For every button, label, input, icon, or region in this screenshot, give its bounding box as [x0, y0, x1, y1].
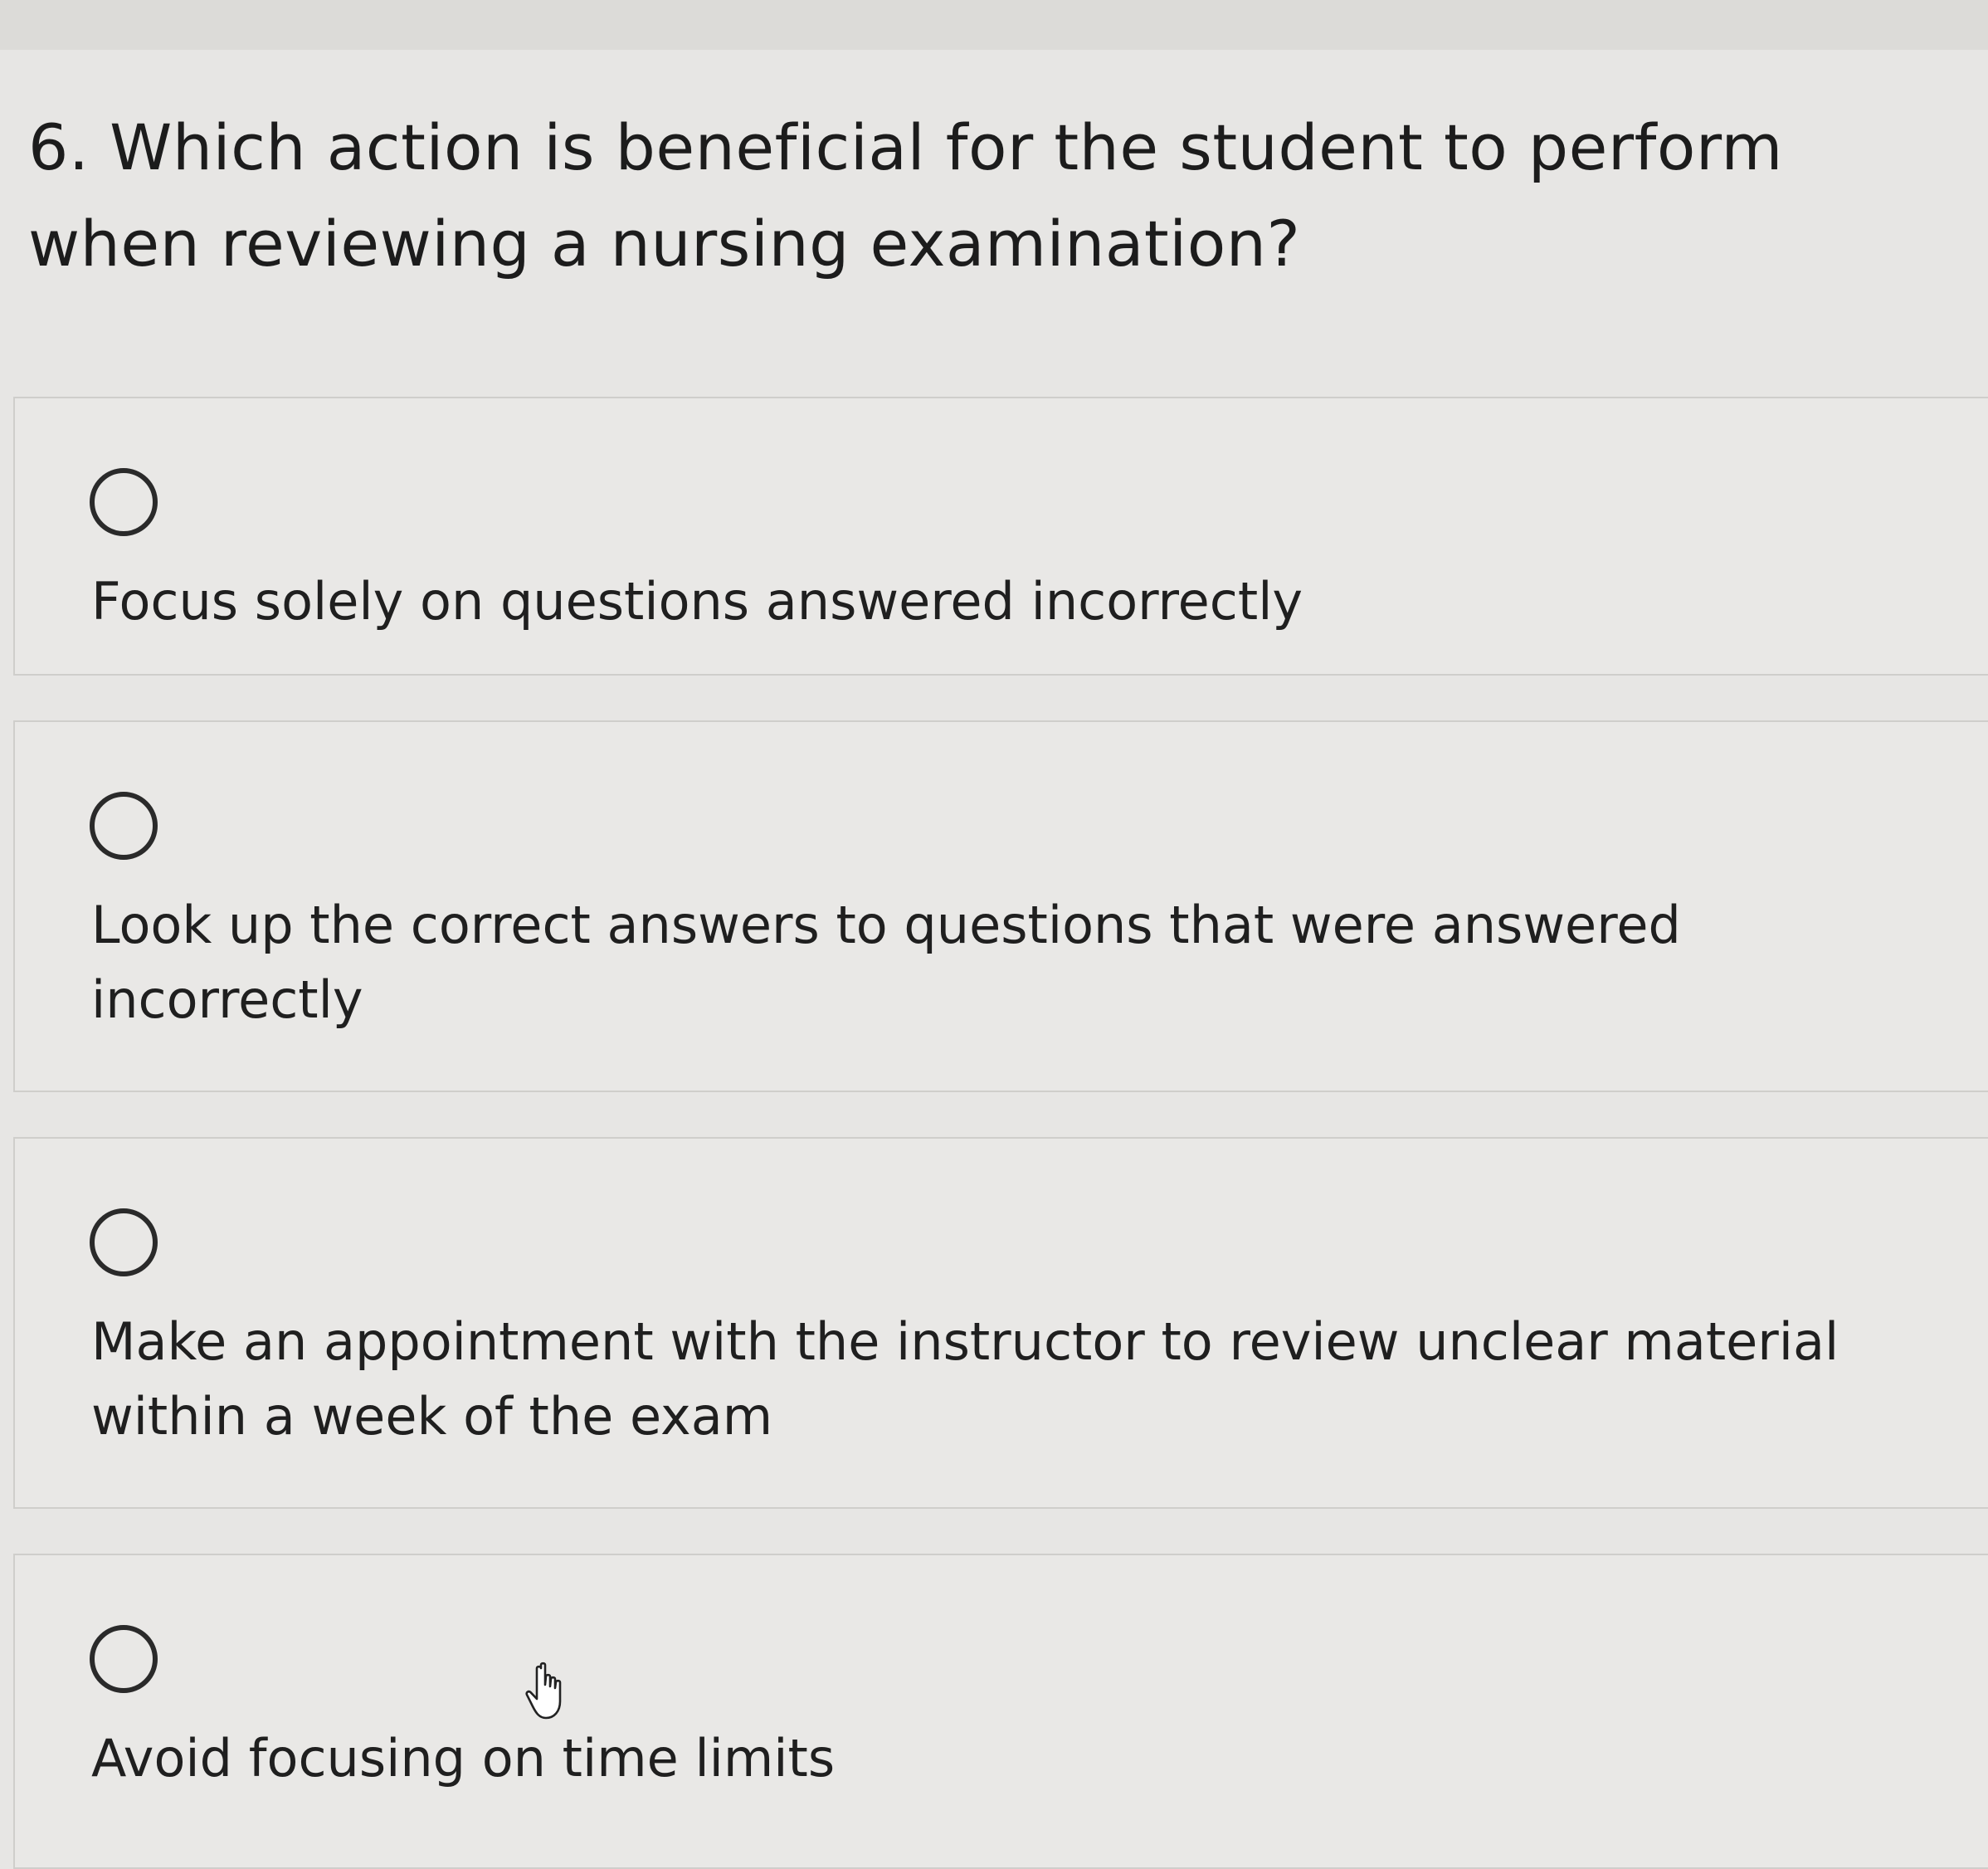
answer-option-2[interactable]: Look up the correct answers to questions…: [13, 720, 1988, 1092]
answer-option-label: Look up the correct answers to questions…: [91, 895, 1681, 1030]
radio-button-icon[interactable]: [90, 792, 158, 860]
answer-option-label: Make an appointment with the instructor …: [91, 1311, 1839, 1447]
answer-option-4[interactable]: Avoid focusing on time limits: [13, 1554, 1988, 1869]
radio-button-icon[interactable]: [90, 1208, 158, 1276]
hand-pointer-icon: [525, 1662, 562, 1720]
answer-option-label: Focus solely on questions answered incor…: [91, 571, 1303, 632]
answer-options: Focus solely on questions answered incor…: [13, 397, 1988, 1869]
answer-option-3[interactable]: Make an appointment with the instructor …: [13, 1137, 1988, 1509]
top-band: [0, 0, 1988, 50]
radio-button-icon[interactable]: [90, 468, 158, 536]
answer-option-1[interactable]: Focus solely on questions answered incor…: [13, 397, 1988, 676]
radio-button-icon[interactable]: [90, 1625, 158, 1693]
question-text: 6. Which action is beneficial for the st…: [28, 110, 1783, 281]
answer-option-label: Avoid focusing on time limits: [91, 1728, 836, 1788]
